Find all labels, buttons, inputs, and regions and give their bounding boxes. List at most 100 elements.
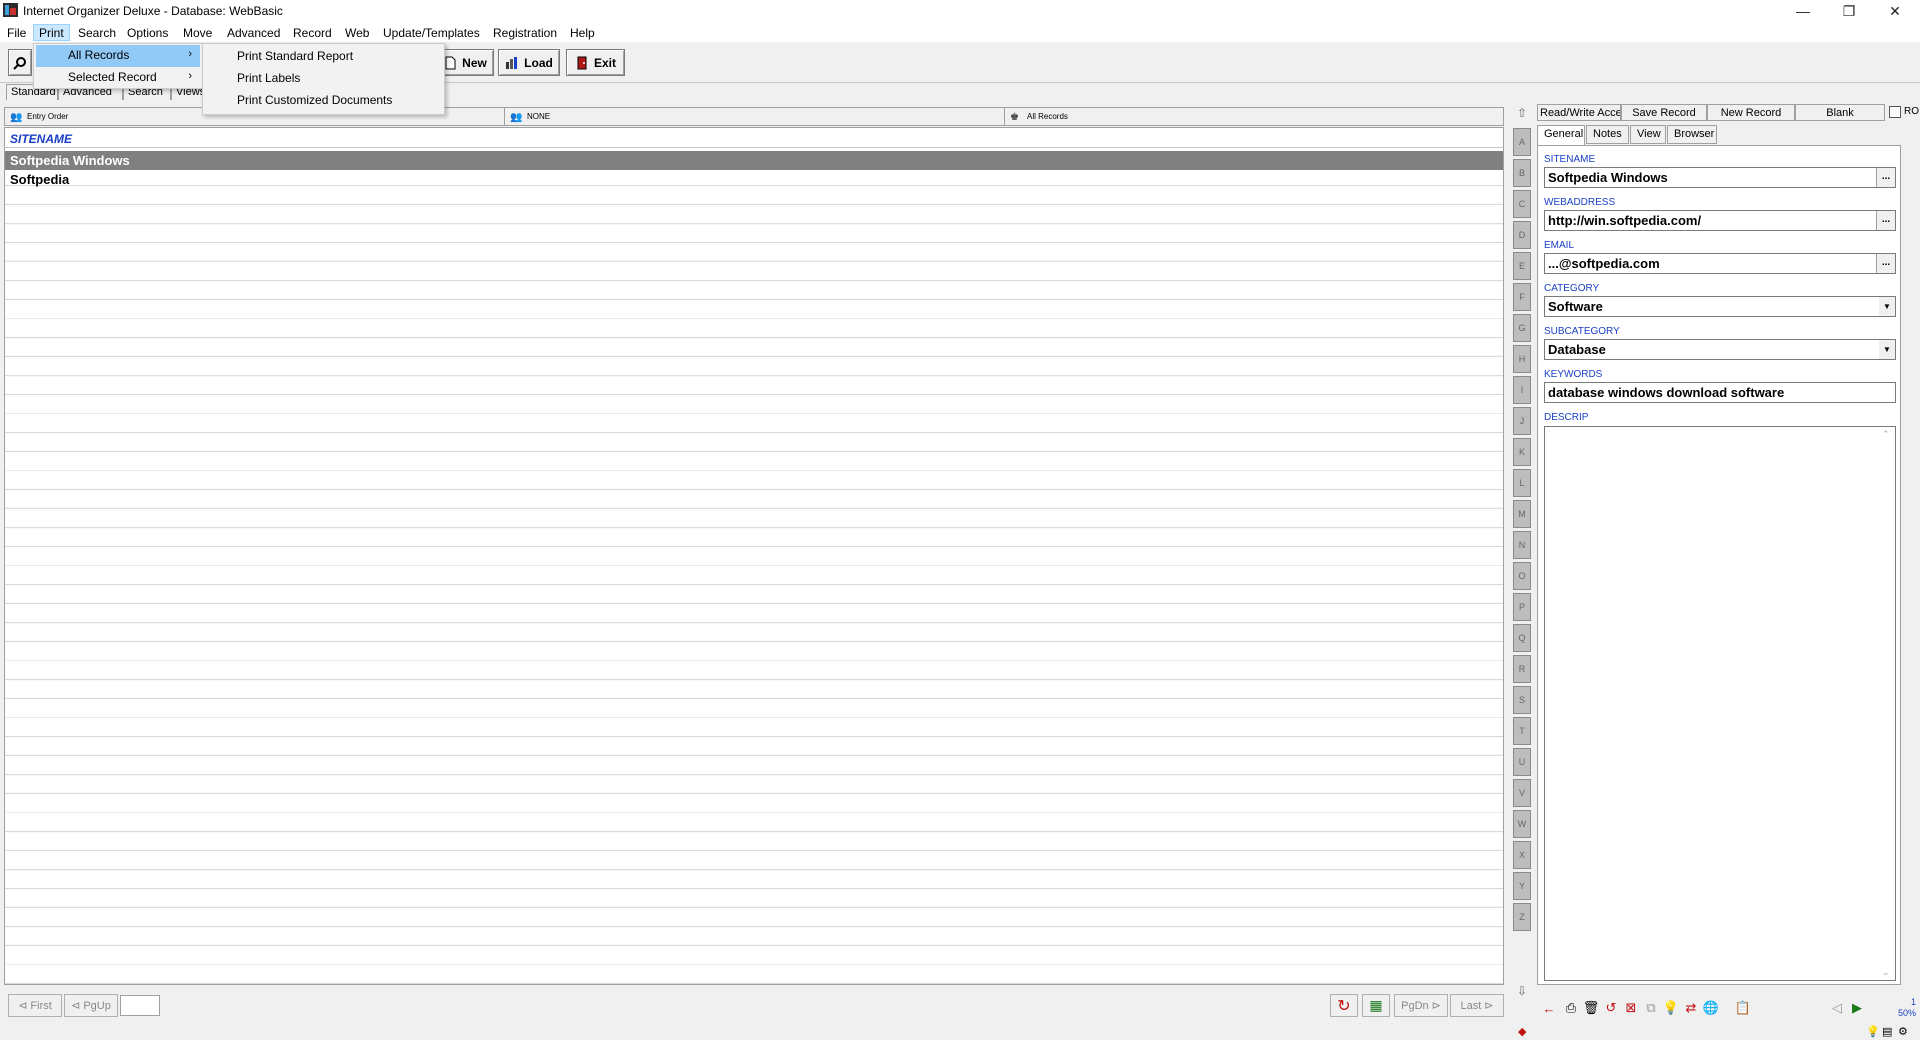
print-icon[interactable]: ⎙ bbox=[1561, 998, 1581, 1018]
trash-icon[interactable]: 🗑 bbox=[1581, 998, 1601, 1018]
maximize-button[interactable]: ❐ bbox=[1826, 0, 1872, 22]
previous-page-icon[interactable]: ◁ bbox=[1827, 998, 1847, 1018]
alphabet-button-g[interactable]: G bbox=[1513, 314, 1531, 342]
back-arrow-icon[interactable]: ← bbox=[1539, 998, 1559, 1018]
menu-help[interactable]: Help bbox=[565, 24, 600, 41]
menu-print[interactable]: Print bbox=[33, 24, 70, 41]
export-icon[interactable]: ⇄ bbox=[1681, 998, 1701, 1018]
last-button[interactable]: Last ⊳ bbox=[1450, 994, 1504, 1017]
description-scrollbar[interactable]: ⌃ ⌄ bbox=[1879, 427, 1895, 980]
save-record-button[interactable]: Save Record bbox=[1621, 104, 1707, 121]
grid-column-header[interactable]: SITENAME bbox=[5, 128, 1503, 148]
scroll-up-icon[interactable]: ⌃ bbox=[1882, 429, 1890, 440]
refresh-button[interactable]: ↻ bbox=[1330, 994, 1358, 1017]
scope-selector[interactable]: ♚ All Records bbox=[1005, 108, 1503, 125]
filter-selector[interactable]: 👥 NONE bbox=[505, 108, 1005, 125]
tab-general[interactable]: General bbox=[1537, 125, 1585, 146]
search-button[interactable] bbox=[8, 49, 32, 76]
alphabet-button-r[interactable]: R bbox=[1513, 655, 1531, 683]
records-grid[interactable]: SITENAME Softpedia Windows Softpedia bbox=[4, 127, 1504, 985]
keywords-field[interactable]: database windows download software bbox=[1544, 382, 1896, 403]
menu-record[interactable]: Record bbox=[288, 24, 337, 41]
scroll-up-arrow-icon[interactable]: ⇧ bbox=[1514, 106, 1530, 122]
alphabet-button-s[interactable]: S bbox=[1513, 686, 1531, 714]
alphabet-button-t[interactable]: T bbox=[1513, 717, 1531, 745]
alphabet-button-h[interactable]: H bbox=[1513, 345, 1531, 373]
load-button[interactable]: Load bbox=[498, 49, 560, 76]
chevron-down-icon[interactable]: ▼ bbox=[1879, 297, 1895, 316]
alphabet-button-u[interactable]: U bbox=[1513, 748, 1531, 776]
menu-item-all-records[interactable]: All Records › bbox=[36, 45, 200, 67]
webaddress-ellipsis-button[interactable]: ... bbox=[1876, 211, 1895, 230]
alphabet-button-l[interactable]: L bbox=[1513, 469, 1531, 497]
table-row[interactable]: Softpedia Windows bbox=[5, 151, 1503, 170]
menu-file[interactable]: File bbox=[2, 24, 31, 41]
alphabet-button-c[interactable]: C bbox=[1513, 190, 1531, 218]
menu-item-print-standard-report[interactable]: Print Standard Report bbox=[205, 46, 442, 68]
menu-move[interactable]: Move bbox=[178, 24, 217, 41]
alphabet-button-x[interactable]: X bbox=[1513, 841, 1531, 869]
pgdn-button[interactable]: PgDn ⊳ bbox=[1394, 994, 1448, 1017]
alphabet-button-b[interactable]: B bbox=[1513, 159, 1531, 187]
exit-button[interactable]: Exit bbox=[566, 49, 625, 76]
menu-registration[interactable]: Registration bbox=[488, 24, 562, 41]
menu-item-selected-record[interactable]: Selected Record › bbox=[36, 67, 200, 89]
copy-record-icon[interactable]: ⧉ bbox=[1641, 998, 1661, 1018]
alphabet-button-k[interactable]: K bbox=[1513, 438, 1531, 466]
alphabet-button-i[interactable]: I bbox=[1513, 376, 1531, 404]
subcategory-select[interactable]: Database ▼ bbox=[1544, 339, 1896, 360]
record-number-input[interactable] bbox=[120, 995, 160, 1016]
email-ellipsis-button[interactable]: ... bbox=[1876, 254, 1895, 273]
lightbulb-icon[interactable]: 💡 bbox=[1661, 998, 1681, 1018]
alphabet-button-f[interactable]: F bbox=[1513, 283, 1531, 311]
undo-icon[interactable]: ↺ bbox=[1601, 998, 1621, 1018]
sitename-field[interactable]: Softpedia Windows ... bbox=[1544, 167, 1896, 188]
alphabet-button-q[interactable]: Q bbox=[1513, 624, 1531, 652]
alphabet-button-a[interactable]: A bbox=[1513, 128, 1531, 156]
globe-icon[interactable]: 🌐 bbox=[1701, 998, 1721, 1018]
clipboard-icon[interactable]: 📋 bbox=[1733, 998, 1753, 1018]
tab-view[interactable]: View bbox=[1630, 125, 1666, 144]
alphabet-button-d[interactable]: D bbox=[1513, 221, 1531, 249]
category-select[interactable]: Software ▼ bbox=[1544, 296, 1896, 317]
first-button[interactable]: ⊲ First bbox=[8, 994, 62, 1017]
menu-update-templates[interactable]: Update/Templates bbox=[378, 24, 485, 41]
alphabet-button-n[interactable]: N bbox=[1513, 531, 1531, 559]
webaddress-field[interactable]: http://win.softpedia.com/ ... bbox=[1544, 210, 1896, 231]
read-only-checkbox[interactable] bbox=[1889, 106, 1901, 118]
alphabet-button-m[interactable]: M bbox=[1513, 500, 1531, 528]
menu-options[interactable]: Options bbox=[122, 24, 173, 41]
table-row[interactable]: Softpedia bbox=[5, 170, 1503, 189]
tip-lightbulb-icon[interactable]: 💡 bbox=[1866, 1025, 1880, 1038]
grid-view-button[interactable]: ▦ bbox=[1362, 994, 1390, 1017]
menu-web[interactable]: Web bbox=[340, 24, 374, 41]
menu-item-print-labels[interactable]: Print Labels bbox=[205, 68, 442, 90]
alphabet-button-e[interactable]: E bbox=[1513, 252, 1531, 280]
alphabet-button-o[interactable]: O bbox=[1513, 562, 1531, 590]
menu-advanced[interactable]: Advanced bbox=[222, 24, 285, 41]
scroll-down-icon[interactable]: ⌄ bbox=[1882, 967, 1890, 978]
alphabet-button-w[interactable]: W bbox=[1513, 810, 1531, 838]
scroll-down-arrow-icon[interactable]: ⇩ bbox=[1514, 984, 1530, 1000]
pgup-button[interactable]: ⊲ PgUp bbox=[64, 994, 118, 1017]
alphabet-button-z[interactable]: Z bbox=[1513, 903, 1531, 931]
sitename-ellipsis-button[interactable]: ... bbox=[1876, 168, 1895, 187]
new-record-button[interactable]: New Record bbox=[1707, 104, 1795, 121]
tab-notes[interactable]: Notes bbox=[1586, 125, 1629, 144]
menu-search[interactable]: Search bbox=[73, 24, 121, 41]
next-page-icon[interactable]: ▶ bbox=[1847, 998, 1867, 1018]
minimize-button[interactable]: — bbox=[1780, 0, 1826, 22]
tab-browser[interactable]: Browser bbox=[1667, 125, 1717, 144]
alphabet-button-v[interactable]: V bbox=[1513, 779, 1531, 807]
delete-record-icon[interactable]: ⊠ bbox=[1621, 998, 1641, 1018]
alphabet-button-p[interactable]: P bbox=[1513, 593, 1531, 621]
email-field[interactable]: ...@softpedia.com ... bbox=[1544, 253, 1896, 274]
blank-button[interactable]: Blank bbox=[1795, 104, 1885, 121]
alphabet-button-j[interactable]: J bbox=[1513, 407, 1531, 435]
alphabet-button-y[interactable]: Y bbox=[1513, 872, 1531, 900]
close-button[interactable]: ✕ bbox=[1872, 0, 1918, 22]
description-textarea[interactable]: ⌃ ⌄ bbox=[1544, 426, 1896, 981]
status-connection-icon: ⚙ bbox=[1898, 1026, 1908, 1038]
menu-item-print-customized-documents[interactable]: Print Customized Documents bbox=[205, 90, 442, 112]
chevron-down-icon[interactable]: ▼ bbox=[1879, 340, 1895, 359]
